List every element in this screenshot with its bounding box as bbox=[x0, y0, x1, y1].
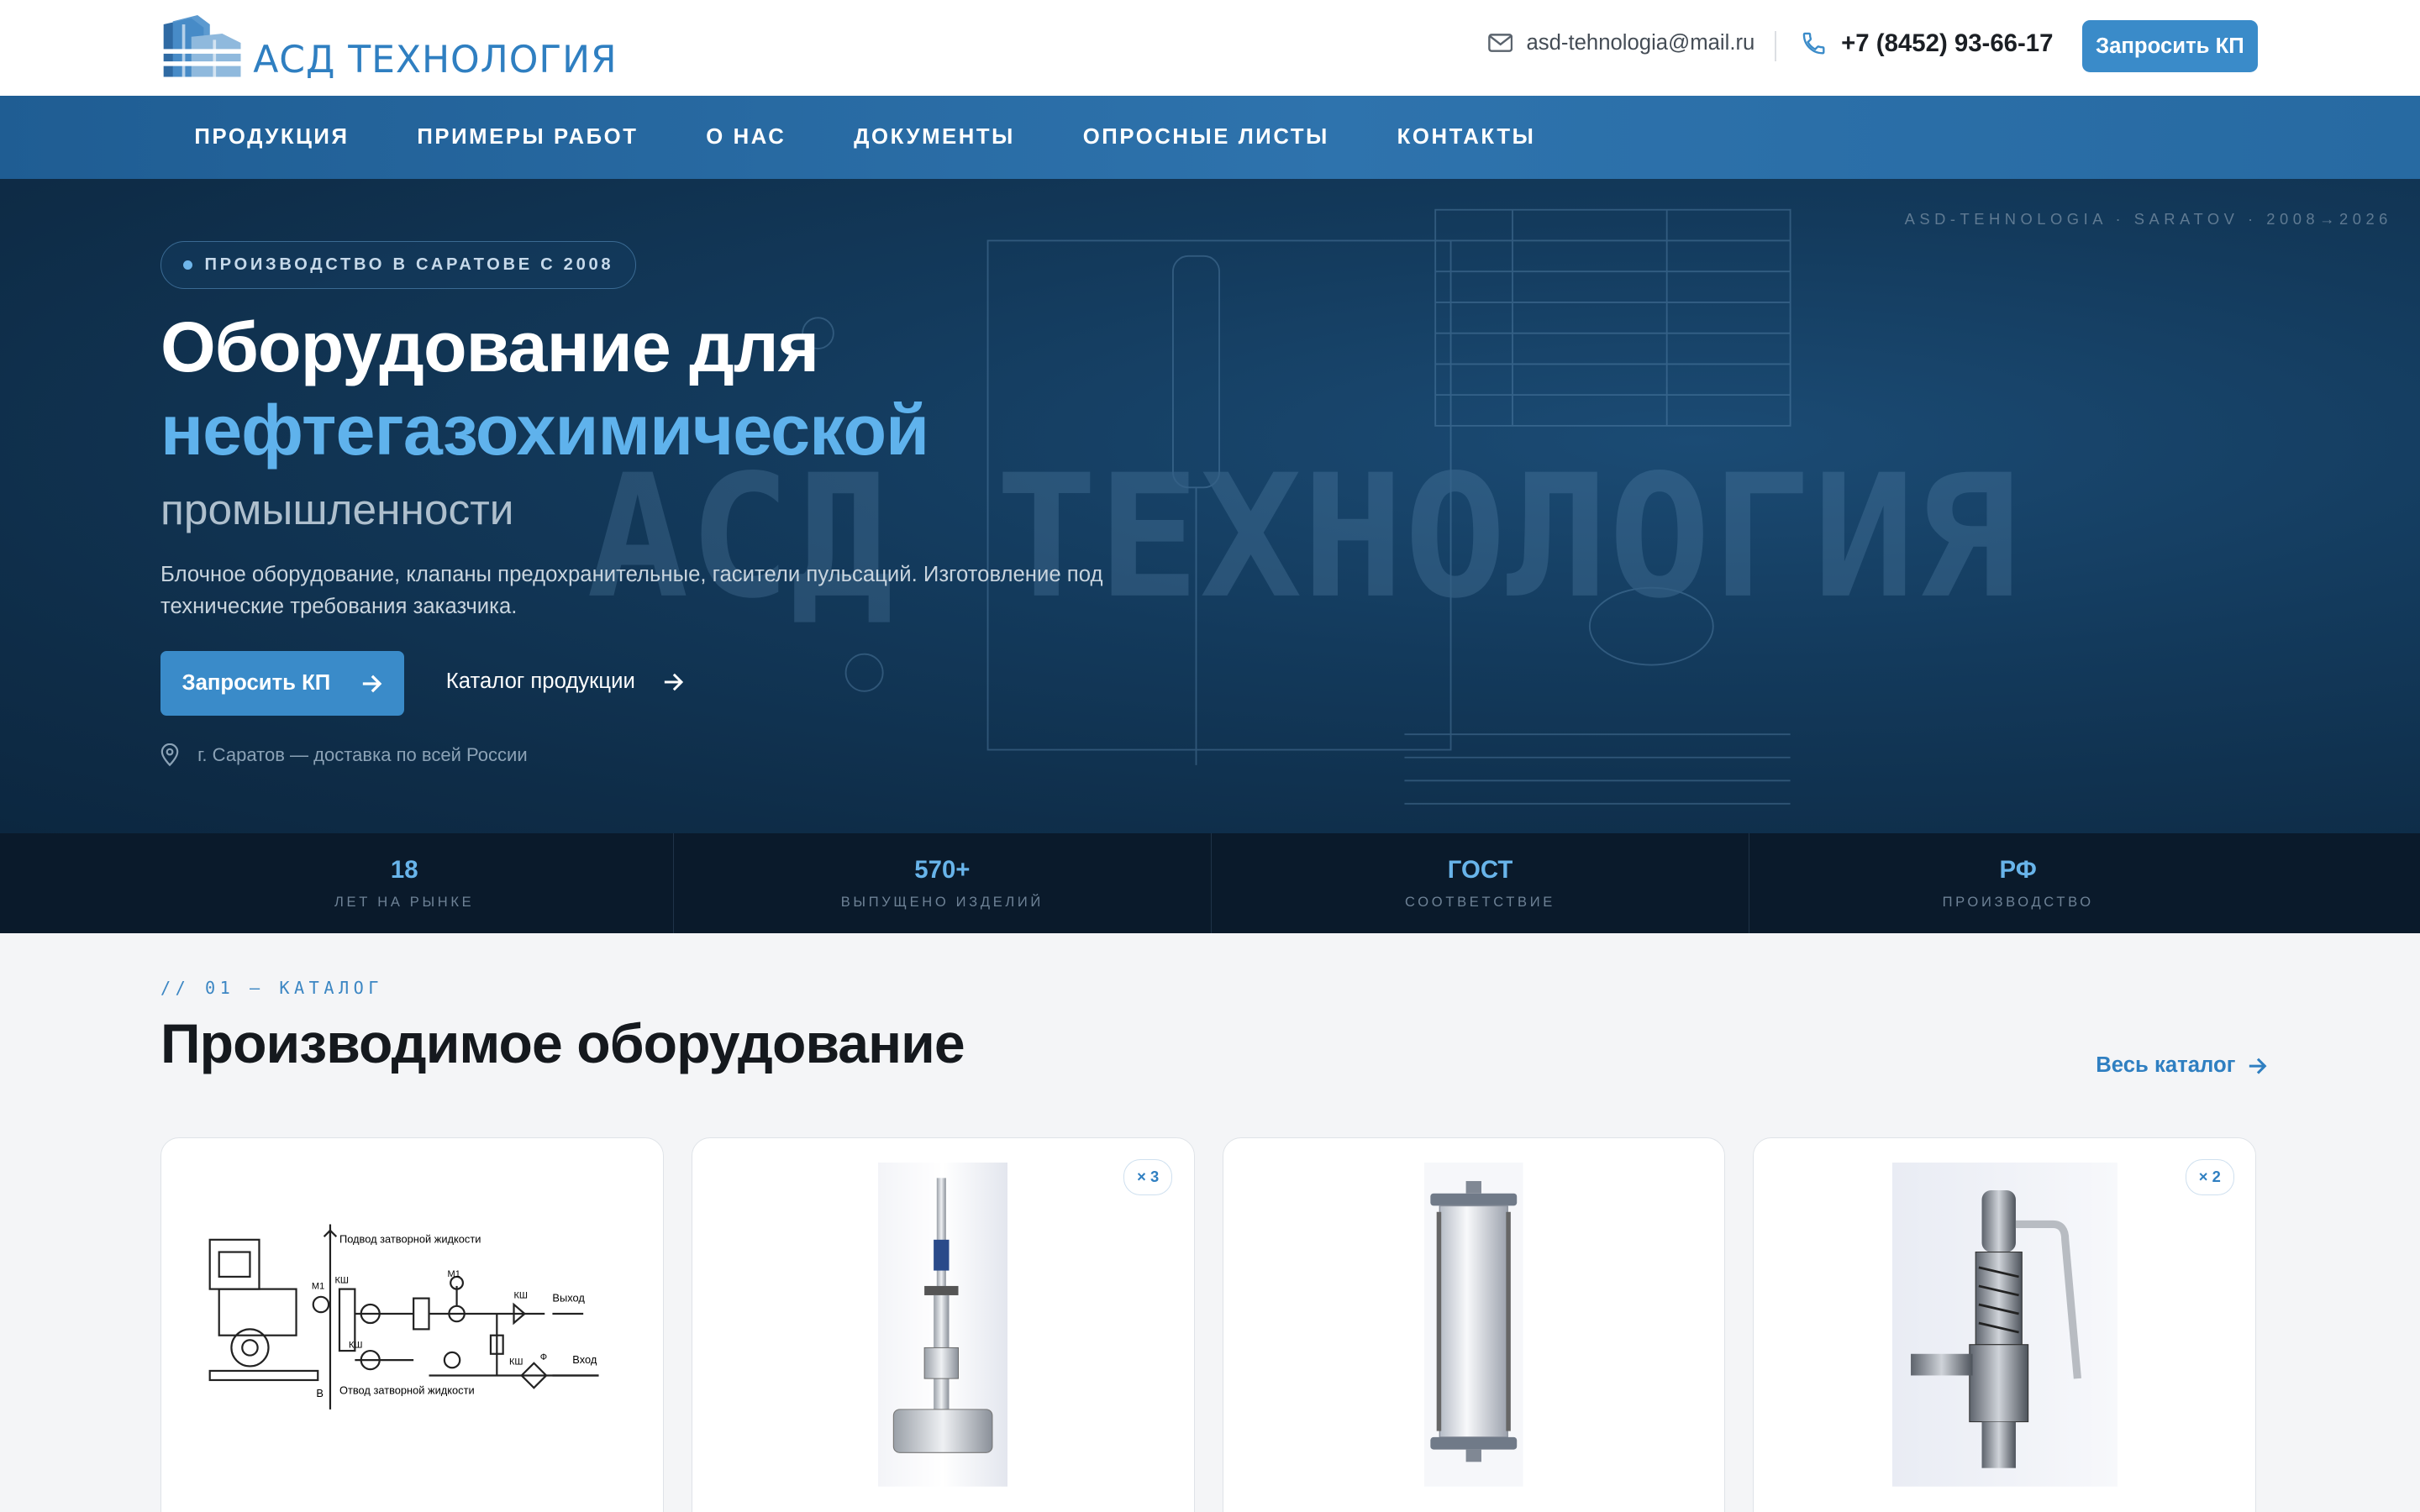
nav-item-products[interactable]: ПРОДУКЦИЯ bbox=[194, 125, 349, 150]
badge-text: ПРОИЗВОДСТВО В САРАТОВЕ С 2008 bbox=[204, 255, 614, 274]
nav-item-questionnaires[interactable]: ОПРОСНЫЕ ЛИСТЫ bbox=[1083, 125, 1329, 150]
stat-item: 18 ЛЕТ НА РЫНКЕ bbox=[136, 832, 674, 934]
product-card[interactable]: Подвод затворной жидкости Отвод затворно… bbox=[160, 1137, 664, 1512]
location-text: г. Саратов — доставка по всей России bbox=[197, 744, 528, 766]
diagram-label-drain: Отвод затворной жидкости bbox=[339, 1384, 475, 1397]
stat-item: 570+ ВЫПУЩЕНО ИЗДЕЛИЙ bbox=[674, 832, 1212, 934]
phone-icon bbox=[1803, 33, 1825, 55]
all-catalog-label: Весь каталог bbox=[2096, 1053, 2236, 1078]
stat-label: СООТВЕТСТВИЕ bbox=[1405, 894, 1555, 910]
diagram-label-f: Ф bbox=[540, 1352, 547, 1362]
location-pin-icon bbox=[160, 743, 179, 767]
diagram-label-ksh: КШ bbox=[335, 1275, 350, 1285]
diagram-label-m1: М1 bbox=[312, 1282, 324, 1292]
logo[interactable]: АСД ТЕХНОЛОГИЯ bbox=[160, 15, 618, 80]
stats-bar: 18 ЛЕТ НА РЫНКЕ 570+ ВЫПУЩЕНО ИЗДЕЛИЙ ГО… bbox=[0, 832, 2420, 934]
nav-items: ПРОДУКЦИЯ ПРИМЕРЫ РАБОТ О НАС ДОКУМЕНТЫ … bbox=[194, 96, 1603, 179]
diagram-label-ksh: КШ bbox=[514, 1291, 529, 1301]
contact-email[interactable]: asd-tehnologia@mail.ru bbox=[1487, 30, 1755, 55]
hero-meta-text: ASD-TEHNOLOGIA · SARATOV · 2008→2026 bbox=[1904, 209, 2392, 228]
safety-valve-render bbox=[1891, 1163, 2118, 1487]
phone-text: +7 (8452) 93-66-17 bbox=[1841, 29, 2054, 57]
nav-item-about[interactable]: О НАС bbox=[706, 125, 786, 150]
catalog-link[interactable]: Каталог продукции bbox=[446, 669, 685, 694]
email-text: asd-tehnologia@mail.ru bbox=[1526, 30, 1755, 55]
stat-label: ПРОИЗВОДСТВО bbox=[1942, 894, 2094, 910]
product-schematic: Подвод затворной жидкости Отвод затворно… bbox=[197, 1163, 627, 1487]
arrow-right-icon bbox=[2249, 1058, 2267, 1074]
contact-phone[interactable]: +7 (8452) 93-66-17 bbox=[1801, 29, 2053, 58]
product-image bbox=[1754, 1163, 2255, 1489]
stat-label: ВЫПУЩЕНО ИЗДЕЛИЙ bbox=[840, 894, 1044, 910]
product-card[interactable] bbox=[1222, 1137, 1726, 1512]
stat-item: РФ ПРОИЗВОДСТВО bbox=[1749, 833, 2286, 933]
stat-value: РФ bbox=[1999, 855, 2037, 884]
diagram-label-out: Выход bbox=[553, 1291, 586, 1304]
request-quote-button[interactable]: Запросить КП bbox=[2081, 19, 2259, 73]
diagram-label-m1b: М1 bbox=[448, 1269, 460, 1279]
hero-title-line3: промышленности bbox=[160, 485, 514, 534]
pulsation-damper-render bbox=[1424, 1163, 1523, 1487]
main-nav: ПРОДУКЦИЯ ПРИМЕРЫ РАБОТ О НАС ДОКУМЕНТЫ … bbox=[0, 95, 2420, 180]
product-image bbox=[1223, 1163, 1725, 1489]
hero-title-line2: нефтегазохимической bbox=[160, 390, 929, 470]
stat-item: ГОСТ СООТВЕТСТВИЕ bbox=[1212, 832, 1750, 934]
product-card[interactable]: × 2 bbox=[1753, 1137, 2257, 1512]
stat-value: 18 bbox=[390, 855, 418, 884]
diagram-label-ksh: КШ bbox=[349, 1340, 363, 1350]
diagram-label-supply: Подвод затворной жидкости bbox=[339, 1233, 481, 1246]
header-divider bbox=[1775, 30, 1777, 62]
arrow-right-icon bbox=[362, 675, 382, 692]
diagram-label-b: В bbox=[317, 1387, 324, 1399]
mail-icon bbox=[1487, 34, 1512, 53]
hero-section: АСД ТЕХНОЛОГИЯ ASD-TEHNOLOGIA · SARATOV … bbox=[0, 179, 2420, 833]
stat-value: ГОСТ bbox=[1447, 855, 1513, 884]
diagram-label-in: Вход bbox=[572, 1353, 597, 1366]
production-badge: ПРОИЗВОДСТВО В САРАТОВЕ С 2008 bbox=[160, 240, 636, 289]
diagram-label-ksh: КШ bbox=[509, 1357, 523, 1368]
hero-request-quote-button[interactable]: Запросить КП bbox=[160, 651, 405, 717]
hero-button-label: Запросить КП bbox=[182, 671, 331, 696]
page: АСД ТЕХНОЛОГИЯ asd-tehnologia@mail.ru +7… bbox=[0, 0, 2420, 1512]
location-note: г. Саратов — доставка по всей России bbox=[160, 743, 528, 767]
logo-buildings-icon bbox=[160, 15, 245, 77]
nav-item-documents[interactable]: ДОКУМЕНТЫ bbox=[854, 125, 1015, 150]
nav-item-contacts[interactable]: КОНТАКТЫ bbox=[1397, 125, 1536, 150]
product-image: Подвод затворной жидкости Отвод затворно… bbox=[161, 1163, 663, 1489]
top-bar: АСД ТЕХНОЛОГИЯ asd-tehnologia@mail.ru +7… bbox=[0, 0, 2420, 96]
product-image bbox=[692, 1163, 1194, 1489]
stat-value: 570+ bbox=[914, 855, 971, 884]
nav-item-portfolio[interactable]: ПРИМЕРЫ РАБОТ bbox=[417, 125, 638, 150]
catalog-link-label: Каталог продукции bbox=[445, 669, 635, 694]
stat-label: ЛЕТ НА РЫНКЕ bbox=[334, 894, 475, 910]
valve-assembly-render bbox=[878, 1163, 1008, 1487]
blueprint-background: АСД ТЕХНОЛОГИЯ bbox=[587, 208, 2018, 805]
catalog-title: Производимое оборудование bbox=[160, 1012, 965, 1075]
hero-title-line1: Оборудование для bbox=[160, 307, 819, 386]
badge-dot-icon bbox=[182, 260, 192, 270]
hero-lead: Блочное оборудование, клапаны предохрани… bbox=[160, 562, 1103, 619]
arrow-right-icon bbox=[664, 673, 684, 690]
catalog-section-tag: // 01 — КАТАЛОГ bbox=[160, 978, 383, 999]
product-card[interactable]: × 3 bbox=[691, 1137, 1195, 1512]
all-catalog-link[interactable]: Весь каталог bbox=[2096, 1053, 2268, 1078]
logo-text: АСД ТЕХНОЛОГИЯ bbox=[253, 38, 618, 81]
